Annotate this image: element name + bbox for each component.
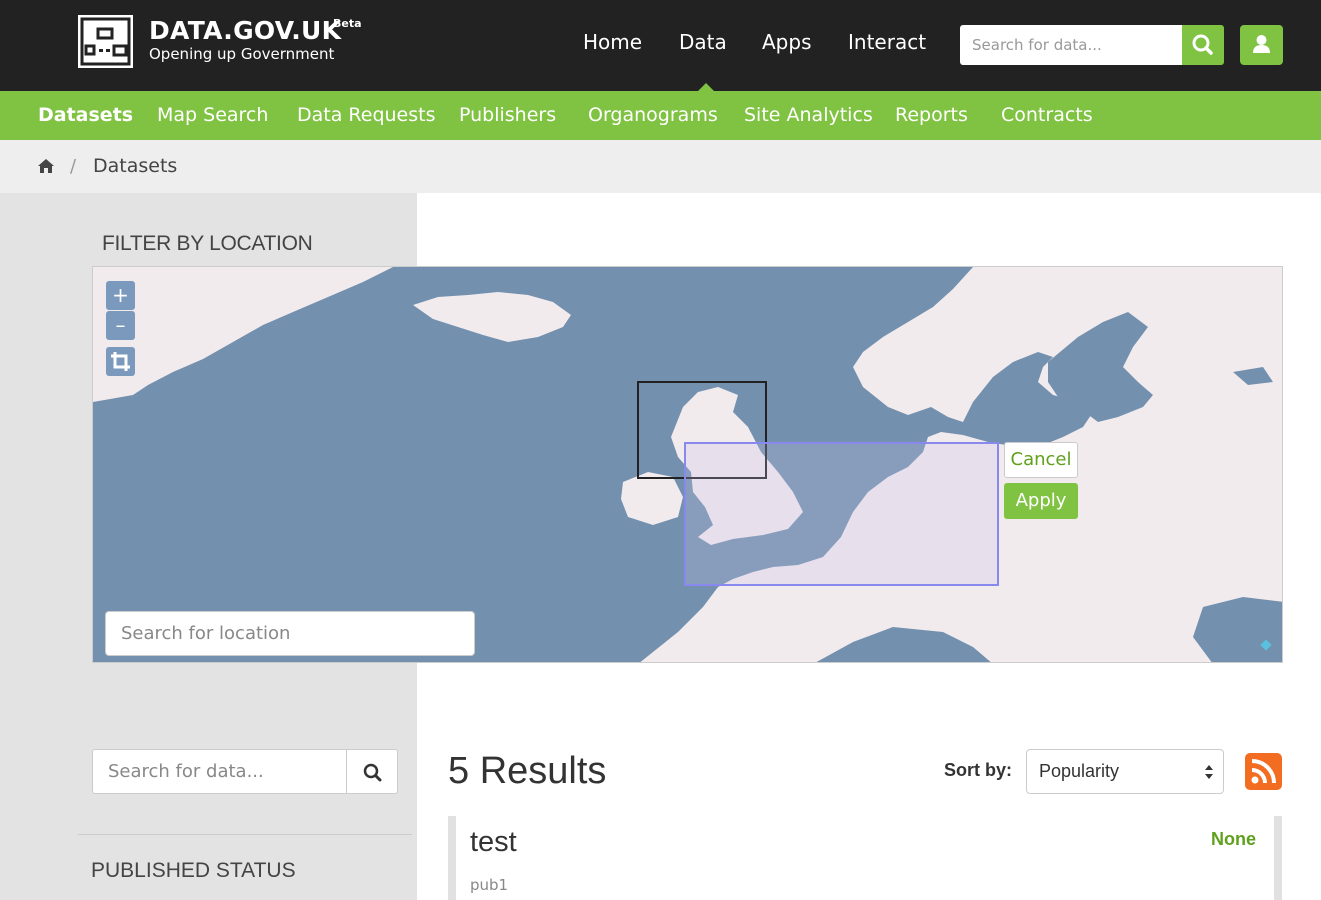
breadcrumb: / Datasets (0, 140, 1321, 193)
sort-by-label: Sort by: (944, 760, 1013, 780)
result-card (448, 816, 1282, 900)
home-icon[interactable] (37, 158, 55, 174)
apply-button[interactable]: Apply (1004, 483, 1078, 519)
search-icon (363, 763, 382, 782)
breadcrumb-item-datasets[interactable]: Datasets (93, 155, 177, 177)
filter-by-location-heading: FILTER BY LOCATION (102, 232, 313, 255)
result-status-badge: None (1211, 829, 1256, 849)
crop-icon (111, 352, 130, 371)
top-bar: DATA.GOV.UK Beta Opening up Government H… (0, 0, 1321, 92)
sidebar-divider (78, 834, 412, 835)
results-count: 5 Results (448, 750, 607, 792)
sort-select[interactable]: Popularity (1026, 749, 1224, 794)
select-arrows-icon (1205, 765, 1213, 779)
published-status-heading: PUBLISHED STATUS (91, 859, 296, 882)
subnav-item-site-analytics[interactable]: Site Analytics (744, 104, 873, 126)
nav-home[interactable]: Home (583, 30, 642, 54)
map-tiles[interactable] (93, 267, 1283, 663)
subnav-item-organograms[interactable]: Organograms (588, 104, 718, 126)
sidebar-search-button[interactable] (346, 749, 398, 794)
subnav-item-contracts[interactable]: Contracts (1001, 104, 1093, 126)
rss-icon (1251, 759, 1276, 784)
result-publisher: pub1 (470, 876, 509, 894)
breadcrumb-separator: / (70, 156, 77, 177)
result-title[interactable]: test (470, 826, 517, 859)
user-icon (1253, 35, 1270, 53)
draw-rectangle-button[interactable] (106, 347, 135, 376)
site-logo-icon[interactable] (78, 15, 133, 68)
nav-apps[interactable]: Apps (762, 30, 812, 54)
header-search-button[interactable] (1182, 25, 1224, 65)
location-search-input[interactable] (105, 611, 475, 656)
zoom-in-button[interactable]: + (106, 281, 135, 310)
cancel-button[interactable]: Cancel (1004, 442, 1078, 478)
subnav-item-data-requests[interactable]: Data Requests (297, 104, 435, 126)
header-search-input[interactable] (960, 25, 1182, 65)
sub-navigation: Datasets Map Search Data Requests Publis… (0, 91, 1321, 140)
sidebar-search-input[interactable] (92, 749, 347, 794)
rss-feed-button[interactable] (1245, 753, 1282, 790)
subnav-item-reports[interactable]: Reports (895, 104, 968, 126)
user-account-button[interactable] (1240, 25, 1283, 65)
subnav-item-publishers[interactable]: Publishers (459, 104, 556, 126)
beta-badge: Beta (333, 17, 362, 30)
zoom-out-button[interactable]: – (106, 311, 135, 340)
subnav-item-datasets[interactable]: Datasets (38, 104, 133, 126)
nav-data[interactable]: Data (679, 30, 727, 54)
nav-interact[interactable]: Interact (848, 30, 926, 54)
site-tagline: Opening up Government (149, 45, 335, 63)
site-brand[interactable]: DATA.GOV.UK (149, 16, 341, 45)
location-map[interactable]: + – Cancel Apply (92, 266, 1283, 663)
sort-select-value: Popularity (1039, 761, 1120, 781)
subnav-item-map-search[interactable]: Map Search (157, 104, 268, 126)
search-icon (1192, 34, 1213, 55)
